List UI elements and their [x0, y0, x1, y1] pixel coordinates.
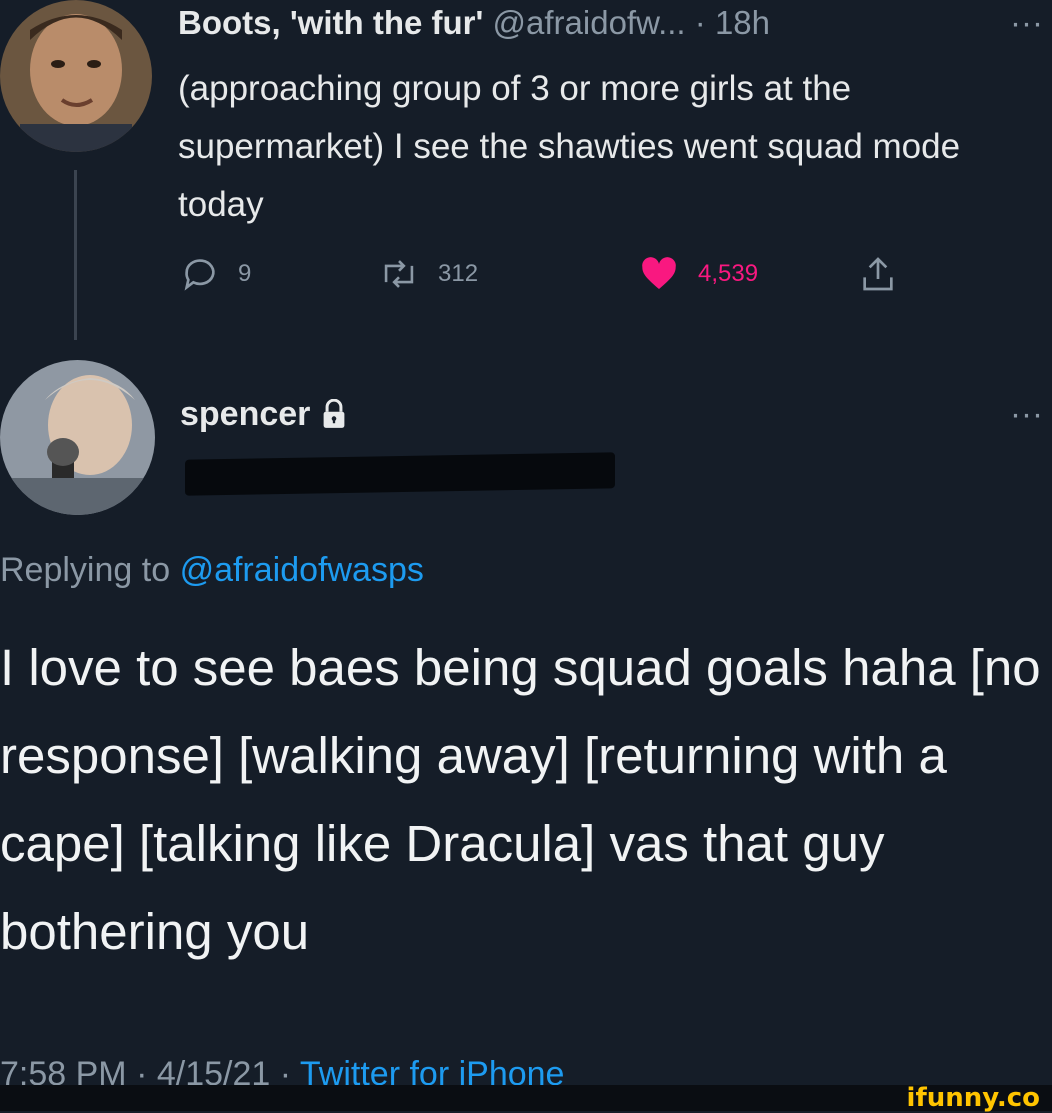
watermark-bar — [0, 1085, 1052, 1111]
tweet1-time[interactable]: 18h — [715, 4, 770, 41]
like-count: 4,539 — [698, 260, 759, 287]
share-icon — [863, 257, 893, 291]
avatar-spencer[interactable] — [0, 360, 155, 515]
retweet-icon — [384, 260, 414, 288]
heart-icon — [642, 257, 676, 289]
reply-icon — [184, 259, 215, 291]
retweet-button[interactable]: 312 — [378, 252, 478, 296]
tweet1-header: Boots, 'with the fur' @afraidofw... · 18… — [178, 2, 770, 44]
avatar-boots[interactable] — [0, 0, 152, 152]
replying-handle-link[interactable]: @afraidofwasps — [180, 551, 424, 589]
tweet1-text: (approaching group of 3 or more girls at… — [178, 69, 961, 224]
reply-count: 9 — [238, 260, 252, 287]
replying-prefix: Replying to — [0, 551, 171, 589]
tweet2-display-name[interactable]: spencer — [180, 392, 310, 436]
retweet-count: 312 — [438, 260, 479, 287]
tweet1-separator: · — [694, 4, 706, 41]
replying-to: Replying to @afraidofwasps — [0, 548, 424, 592]
tweet1-display-name[interactable]: Boots, 'with the fur' — [178, 4, 483, 41]
ifunny-watermark: ifunny.co — [906, 1083, 1040, 1113]
lock-icon — [324, 399, 345, 428]
thread-line — [74, 170, 77, 340]
share-button[interactable] — [858, 252, 916, 296]
like-button[interactable]: 4,539 — [638, 252, 758, 296]
tweet2-header: spencer — [180, 392, 348, 436]
reply-button[interactable]: 9 — [180, 252, 251, 296]
tweet2-more-button[interactable]: ··· — [1010, 392, 1043, 436]
tweet1-handle[interactable]: @afraidofw... — [493, 4, 686, 41]
redacted-handle — [185, 452, 615, 496]
tweet1-more-button[interactable]: ··· — [1010, 2, 1043, 44]
tweet2-text: I love to see baes being squad goals hah… — [0, 639, 1041, 960]
